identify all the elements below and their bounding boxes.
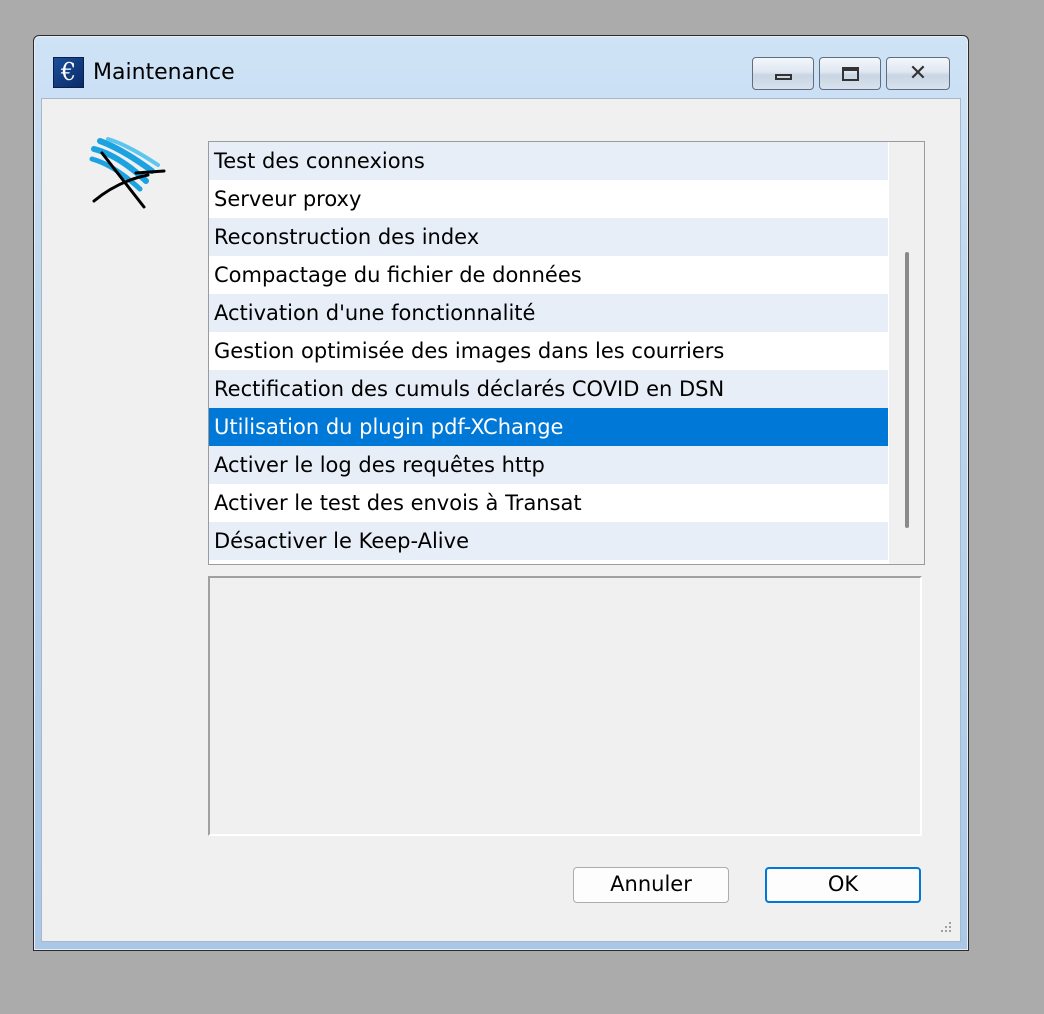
vertical-scrollbar[interactable] (889, 142, 924, 564)
minimize-icon (774, 73, 792, 80)
list-item[interactable]: Test des connexions (209, 142, 888, 180)
list-item[interactable]: Rectification des cumuls déclarés COVID … (209, 370, 888, 408)
cancel-button[interactable]: Annuler (573, 867, 729, 903)
list-item[interactable]: Compactage du fichier de données (209, 256, 888, 294)
close-icon: ✕ (908, 60, 928, 86)
euro-app-icon[interactable]: € (53, 57, 84, 88)
deckchair-logo-icon (89, 137, 166, 209)
ok-button[interactable]: OK (765, 867, 921, 903)
list-item[interactable]: Serveur proxy (209, 180, 888, 218)
close-button[interactable]: ✕ (886, 57, 950, 90)
window-title: Maintenance (93, 60, 235, 85)
list-item[interactable]: Activer le test des envois à Transat (209, 484, 888, 522)
list-item[interactable]: Activation d'une fonctionnalité (209, 294, 888, 332)
description-panel (208, 576, 922, 836)
minimize-button[interactable] (752, 57, 814, 90)
maintenance-options-list[interactable]: Test des connexions Serveur proxy Reconstr… (208, 141, 925, 565)
list-item[interactable]: Désactiver le Keep-Alive (209, 522, 888, 560)
list-item[interactable]: Utilisation du plugin pdf-XChange (209, 408, 888, 446)
title-bar[interactable]: € Maintenance ✕ (34, 36, 968, 98)
maximize-button[interactable] (819, 57, 881, 90)
maximize-icon (841, 66, 859, 81)
list-item[interactable]: Reconstruction des index (209, 218, 888, 256)
list-item[interactable]: Activer le log des requêtes http (209, 446, 888, 484)
dialog-client-area: Test des connexions Serveur proxy Reconstr… (41, 98, 961, 942)
list-item[interactable]: Gestion optimisée des images dans les co… (209, 332, 888, 370)
scrollbar-thumb[interactable] (905, 252, 909, 528)
resize-grip-icon[interactable] (938, 919, 952, 933)
maintenance-dialog: € Maintenance ✕ Test des connexions Serve… (33, 35, 969, 951)
